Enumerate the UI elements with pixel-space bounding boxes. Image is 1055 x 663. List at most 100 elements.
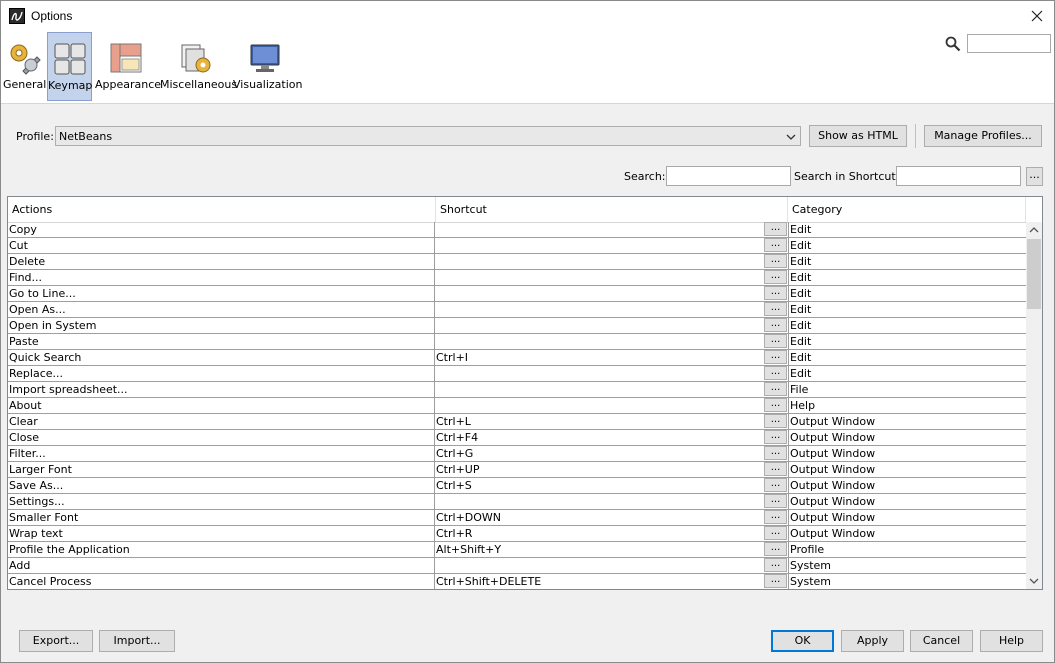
- shortcut-cell[interactable]: Ctrl+Shift+DELETE: [435, 574, 764, 589]
- scroll-down-icon[interactable]: [1026, 573, 1042, 589]
- table-row[interactable]: Profile the Application Alt+Shift+Y... Pro…: [8, 542, 1026, 558]
- edit-shortcut-button[interactable]: ...: [764, 462, 787, 476]
- table-row[interactable]: Clear Ctrl+L... Output Window: [8, 414, 1026, 430]
- table-row[interactable]: Cancel Process Ctrl+Shift+DELETE... System: [8, 574, 1026, 589]
- edit-shortcut-button[interactable]: ...: [764, 574, 787, 588]
- edit-shortcut-button[interactable]: ...: [764, 398, 787, 412]
- table-row[interactable]: Cut... Edit: [8, 238, 1026, 254]
- import-button[interactable]: Import...: [99, 630, 175, 652]
- shortcut-cell[interactable]: Ctrl+F4: [435, 430, 764, 445]
- shortcut-cell[interactable]: Ctrl+DOWN: [435, 510, 764, 525]
- shortcut-cell[interactable]: Ctrl+UP: [435, 462, 764, 477]
- edit-shortcut-button[interactable]: ...: [764, 382, 787, 396]
- shortcut-cell[interactable]: [435, 318, 764, 333]
- shortcut-cell[interactable]: Ctrl+R: [435, 526, 764, 541]
- edit-shortcut-button[interactable]: ...: [764, 222, 787, 236]
- shortcut-cell[interactable]: Ctrl+S: [435, 478, 764, 493]
- table-row[interactable]: Add... System: [8, 558, 1026, 574]
- export-button[interactable]: Export...: [19, 630, 93, 652]
- column-header-category[interactable]: Category: [788, 197, 1026, 222]
- shortcut-cell[interactable]: [435, 286, 764, 301]
- manage-profiles-button[interactable]: Manage Profiles...: [924, 125, 1042, 147]
- edit-shortcut-button[interactable]: ...: [764, 366, 787, 380]
- table-row[interactable]: Import spreadsheet...... File: [8, 382, 1026, 398]
- edit-shortcut-button[interactable]: ...: [764, 510, 787, 524]
- shortcut-cell[interactable]: Ctrl+L: [435, 414, 764, 429]
- close-icon[interactable]: [1026, 5, 1048, 27]
- table-row[interactable]: Smaller Font Ctrl+DOWN... Output Window: [8, 510, 1026, 526]
- edit-shortcut-button[interactable]: ...: [764, 270, 787, 284]
- table-row[interactable]: Open in System... Edit: [8, 318, 1026, 334]
- help-button[interactable]: Help: [980, 630, 1043, 652]
- vertical-scrollbar[interactable]: [1026, 222, 1042, 589]
- shortcut-cell[interactable]: [435, 494, 764, 509]
- edit-shortcut-button[interactable]: ...: [764, 254, 787, 268]
- edit-shortcut-button[interactable]: ...: [764, 350, 787, 364]
- table-row[interactable]: Wrap text Ctrl+R... Output Window: [8, 526, 1026, 542]
- shortcut-cell[interactable]: [435, 366, 764, 381]
- category-keymap[interactable]: Keymap: [47, 32, 92, 101]
- category-visualization[interactable]: Visualization: [233, 32, 302, 101]
- table-row[interactable]: Go to Line...... Edit: [8, 286, 1026, 302]
- edit-shortcut-button[interactable]: ...: [764, 318, 787, 332]
- apply-button[interactable]: Apply: [841, 630, 904, 652]
- shortcut-cell[interactable]: [435, 398, 764, 413]
- edit-shortcut-cell: ...: [764, 350, 788, 365]
- edit-shortcut-cell: ...: [764, 334, 788, 349]
- shortcut-cell[interactable]: [435, 238, 764, 253]
- shortcut-cell[interactable]: [435, 334, 764, 349]
- edit-shortcut-button[interactable]: ...: [764, 430, 787, 444]
- category-general[interactable]: General: [3, 32, 46, 101]
- edit-shortcut-button[interactable]: ...: [764, 494, 787, 508]
- edit-shortcut-button[interactable]: ...: [764, 334, 787, 348]
- table-header: Actions Shortcut Category: [8, 197, 1042, 223]
- table-row[interactable]: About... Help: [8, 398, 1026, 414]
- shortcut-cell[interactable]: [435, 270, 764, 285]
- column-header-shortcut[interactable]: Shortcut: [436, 197, 788, 222]
- show-as-html-button[interactable]: Show as HTML: [809, 125, 907, 147]
- table-row[interactable]: Close Ctrl+F4... Output Window: [8, 430, 1026, 446]
- category-appearance[interactable]: Appearance: [95, 32, 161, 101]
- scrollbar-thumb[interactable]: [1027, 239, 1041, 309]
- table-row[interactable]: Settings...... Output Window: [8, 494, 1026, 510]
- table-row[interactable]: Open As...... Edit: [8, 302, 1026, 318]
- edit-shortcut-button[interactable]: ...: [764, 238, 787, 252]
- edit-shortcut-button[interactable]: ...: [764, 526, 787, 540]
- shortcut-cell[interactable]: Ctrl+G: [435, 446, 764, 461]
- table-row[interactable]: Save As... Ctrl+S... Output Window: [8, 478, 1026, 494]
- shortcut-cell[interactable]: [435, 558, 764, 573]
- column-header-actions[interactable]: Actions: [8, 197, 436, 222]
- profile-combo[interactable]: NetBeans: [55, 126, 801, 146]
- table-row[interactable]: Paste... Edit: [8, 334, 1026, 350]
- table-row[interactable]: Find...... Edit: [8, 270, 1026, 286]
- shortcut-cell[interactable]: Alt+Shift+Y: [435, 542, 764, 557]
- cancel-button[interactable]: Cancel: [910, 630, 973, 652]
- category-cell: Edit: [788, 366, 1026, 381]
- edit-shortcut-button[interactable]: ...: [764, 542, 787, 556]
- shortcut-cell[interactable]: [435, 382, 764, 397]
- shortcut-picker-button[interactable]: ...: [1026, 167, 1043, 186]
- edit-shortcut-button[interactable]: ...: [764, 414, 787, 428]
- table-row[interactable]: Copy... Edit: [8, 222, 1026, 238]
- search-input[interactable]: [666, 166, 791, 186]
- action-cell: Quick Search: [8, 350, 435, 365]
- table-row[interactable]: Filter... Ctrl+G... Output Window: [8, 446, 1026, 462]
- search-in-shortcuts-input[interactable]: [896, 166, 1021, 186]
- shortcut-cell[interactable]: [435, 302, 764, 317]
- scroll-up-icon[interactable]: [1026, 222, 1042, 238]
- edit-shortcut-button[interactable]: ...: [764, 558, 787, 572]
- quick-search-input[interactable]: [967, 34, 1051, 53]
- shortcut-cell[interactable]: Ctrl+I: [435, 350, 764, 365]
- table-row[interactable]: Replace...... Edit: [8, 366, 1026, 382]
- edit-shortcut-button[interactable]: ...: [764, 302, 787, 316]
- category-miscellaneous[interactable]: Miscellaneous: [160, 32, 237, 101]
- edit-shortcut-button[interactable]: ...: [764, 478, 787, 492]
- table-row[interactable]: Larger Font Ctrl+UP... Output Window: [8, 462, 1026, 478]
- table-row[interactable]: Delete... Edit: [8, 254, 1026, 270]
- edit-shortcut-button[interactable]: ...: [764, 446, 787, 460]
- edit-shortcut-button[interactable]: ...: [764, 286, 787, 300]
- table-row[interactable]: Quick Search Ctrl+I... Edit: [8, 350, 1026, 366]
- ok-button[interactable]: OK: [771, 630, 834, 652]
- shortcut-cell[interactable]: [435, 222, 764, 237]
- shortcut-cell[interactable]: [435, 254, 764, 269]
